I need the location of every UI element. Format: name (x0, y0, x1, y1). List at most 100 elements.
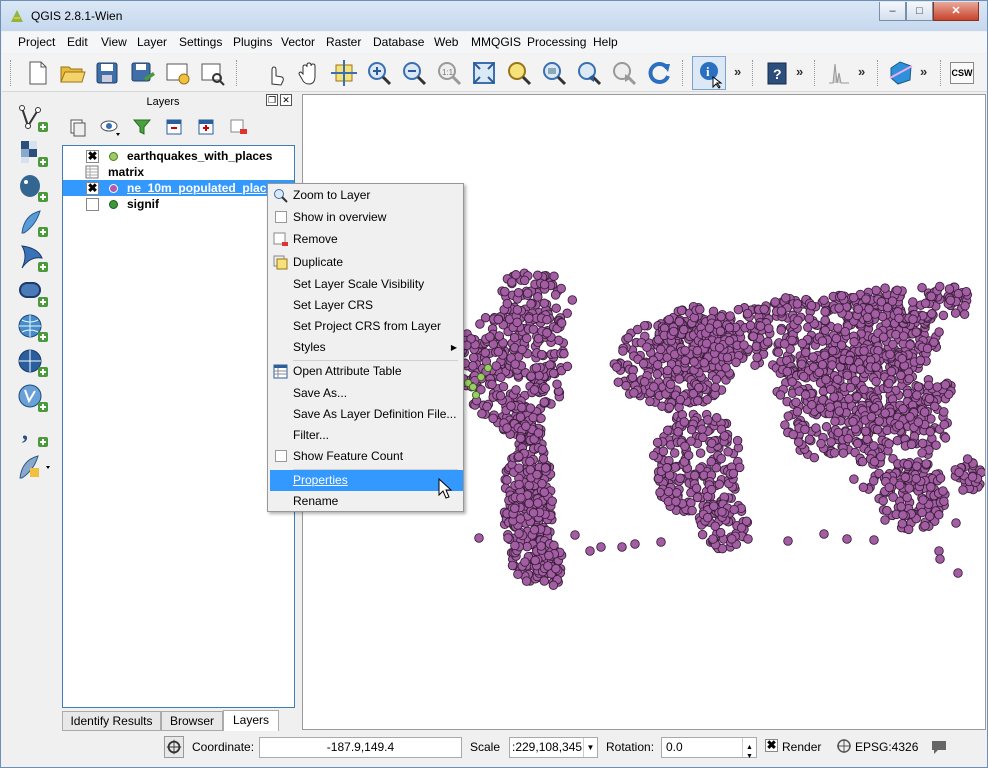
menu-item-save-as-layer-definition[interactable]: Save As Layer Definition File... (270, 404, 463, 425)
georeferencer-icon[interactable] (886, 58, 916, 88)
menu-plugins[interactable]: Plugins (233, 35, 272, 49)
menu-item-remove[interactable]: Remove (270, 229, 463, 250)
rotation-up-icon[interactable]: ▲ (742, 738, 756, 751)
layer-visibility-checkbox[interactable]: ✖ (86, 150, 99, 163)
layer-tree[interactable]: ✖ earthquakes_with_places matrix ✖ ne_10… (62, 145, 295, 708)
menu-item-set-layer-crs[interactable]: Set Layer CRS (270, 295, 463, 316)
menu-item-show-feature-count[interactable]: Show Feature Count (270, 446, 463, 467)
layer-visibility-checkbox[interactable] (86, 198, 99, 211)
add-wms-layer-icon[interactable] (16, 312, 50, 344)
add-spatialite-layer-icon[interactable] (16, 207, 50, 239)
add-vector-layer-icon[interactable] (16, 102, 50, 134)
toolbar-overflow-2[interactable]: » (796, 64, 803, 79)
menu-item-save-as[interactable]: Save As... (270, 383, 463, 404)
add-group-icon[interactable] (67, 116, 89, 138)
menu-item-zoom-to-layer[interactable]: Zoom to Layer (270, 185, 463, 206)
minimize-button[interactable]: ‒ (879, 2, 906, 21)
menu-item-open-attribute-table[interactable]: Open Attribute Table (270, 361, 463, 382)
menu-web[interactable]: Web (434, 35, 458, 49)
menu-item-filter[interactable]: Filter... (270, 425, 463, 446)
refresh-icon[interactable] (644, 58, 674, 88)
add-oracle-layer-icon[interactable] (16, 277, 50, 309)
add-raster-layer-icon[interactable] (16, 137, 50, 169)
csw-button[interactable]: CSW (950, 62, 974, 84)
toolbar-overflow-3[interactable]: » (858, 64, 865, 79)
touch-zoom-icon[interactable] (260, 58, 290, 88)
toolbar-overflow-4[interactable]: » (920, 64, 927, 79)
filter-legend-icon[interactable] (131, 116, 153, 138)
menu-view[interactable]: View (101, 35, 127, 49)
menu-item-duplicate[interactable]: Duplicate (270, 252, 463, 273)
composer-manager-icon[interactable] (197, 58, 227, 88)
raster-histogram-icon[interactable] (824, 58, 854, 88)
layer-row-matrix[interactable]: matrix (63, 164, 294, 180)
title-bar[interactable]: QGIS 2.8.1-Wien ‒ □ ✕ (1, 1, 987, 31)
menu-item-rename[interactable]: Rename (270, 491, 463, 512)
menu-processing[interactable]: Processing (527, 35, 586, 49)
crs-globe-icon[interactable] (836, 738, 852, 754)
add-wcs-layer-icon[interactable] (16, 347, 50, 379)
pan-map-icon[interactable] (294, 58, 324, 88)
menu-item-show-in-overview[interactable]: Show in overview (270, 207, 463, 228)
feature-count-checkbox[interactable] (275, 450, 287, 462)
zoom-to-layer-icon[interactable] (539, 58, 569, 88)
pan-to-selection-icon[interactable] (329, 58, 359, 88)
menu-layer[interactable]: Layer (137, 35, 167, 49)
messages-icon[interactable] (930, 739, 948, 755)
zoom-last-icon[interactable] (574, 58, 604, 88)
toolbar-overflow-1[interactable]: » (734, 64, 741, 79)
tab-identify-results[interactable]: Identify Results (62, 711, 161, 731)
expand-all-icon[interactable] (163, 116, 185, 138)
scale-combo[interactable]: :229,108,345 ▼ (509, 737, 598, 758)
crs-label[interactable]: EPSG:4326 (855, 740, 918, 754)
float-panel-icon[interactable]: ❐ (266, 94, 278, 106)
zoom-actual-size-icon[interactable]: 1:1 (434, 58, 464, 88)
add-postgis-layer-icon[interactable] (16, 172, 50, 204)
layer-row-earthquakes[interactable]: ✖ earthquakes_with_places (63, 148, 294, 164)
menu-settings[interactable]: Settings (179, 35, 222, 49)
close-panel-icon[interactable]: ✕ (280, 94, 292, 106)
scale-dropdown-icon[interactable]: ▼ (583, 738, 597, 757)
tab-browser[interactable]: Browser (161, 711, 223, 731)
identify-features-icon[interactable]: i (692, 56, 726, 90)
menu-project[interactable]: Project (18, 35, 55, 49)
new-print-composer-icon[interactable] (162, 58, 192, 88)
menu-edit[interactable]: Edit (67, 35, 88, 49)
remove-layer-icon[interactable] (227, 116, 249, 138)
add-mssql-layer-icon[interactable] (16, 242, 50, 274)
rotation-down-icon[interactable]: ▼ (742, 747, 756, 760)
render-checkbox[interactable]: ✖ (765, 739, 778, 752)
menu-item-styles[interactable]: Styles ▶ (270, 337, 463, 358)
collapse-all-icon[interactable] (195, 116, 217, 138)
menu-raster[interactable]: Raster (326, 35, 361, 49)
layer-visibility-checkbox[interactable]: ✖ (86, 182, 99, 195)
overview-checkbox[interactable] (275, 211, 287, 223)
help-contents-icon[interactable]: ? (762, 58, 792, 88)
save-project-icon[interactable] (92, 58, 122, 88)
rotation-spinbox[interactable]: 0.0 ▲ ▼ (661, 737, 757, 760)
manage-visibility-icon[interactable] (99, 116, 121, 138)
zoom-full-icon[interactable] (469, 58, 499, 88)
menu-item-set-layer-scale-visibility[interactable]: Set Layer Scale Visibility (270, 274, 463, 295)
layer-row-signif[interactable]: signif (63, 196, 294, 212)
zoom-to-selection-icon[interactable] (504, 58, 534, 88)
layer-row-populated-places[interactable]: ✖ ne_10m_populated_plac (63, 180, 294, 196)
new-shapefile-layer-icon[interactable] (16, 452, 50, 484)
add-delimited-text-layer-icon[interactable]: , (16, 417, 50, 449)
menu-item-properties[interactable]: Properties (270, 470, 463, 491)
save-as-icon[interactable] (127, 58, 157, 88)
maximize-button[interactable]: □ (906, 2, 933, 21)
zoom-out-icon[interactable] (399, 58, 429, 88)
menu-vector[interactable]: Vector (281, 35, 315, 49)
zoom-next-icon[interactable] (609, 58, 639, 88)
menu-mmqgis[interactable]: MMQGIS (471, 35, 521, 49)
coordinate-toggle-icon[interactable] (164, 736, 184, 758)
open-project-icon[interactable] (57, 58, 87, 88)
menu-help[interactable]: Help (593, 35, 618, 49)
menu-item-set-project-crs[interactable]: Set Project CRS from Layer (270, 316, 463, 337)
coordinate-field[interactable]: -187.9,149.4 (259, 737, 462, 758)
close-button[interactable]: ✕ (933, 2, 979, 21)
tab-layers[interactable]: Layers (223, 710, 279, 731)
menu-database[interactable]: Database (373, 35, 424, 49)
new-project-icon[interactable] (22, 58, 52, 88)
